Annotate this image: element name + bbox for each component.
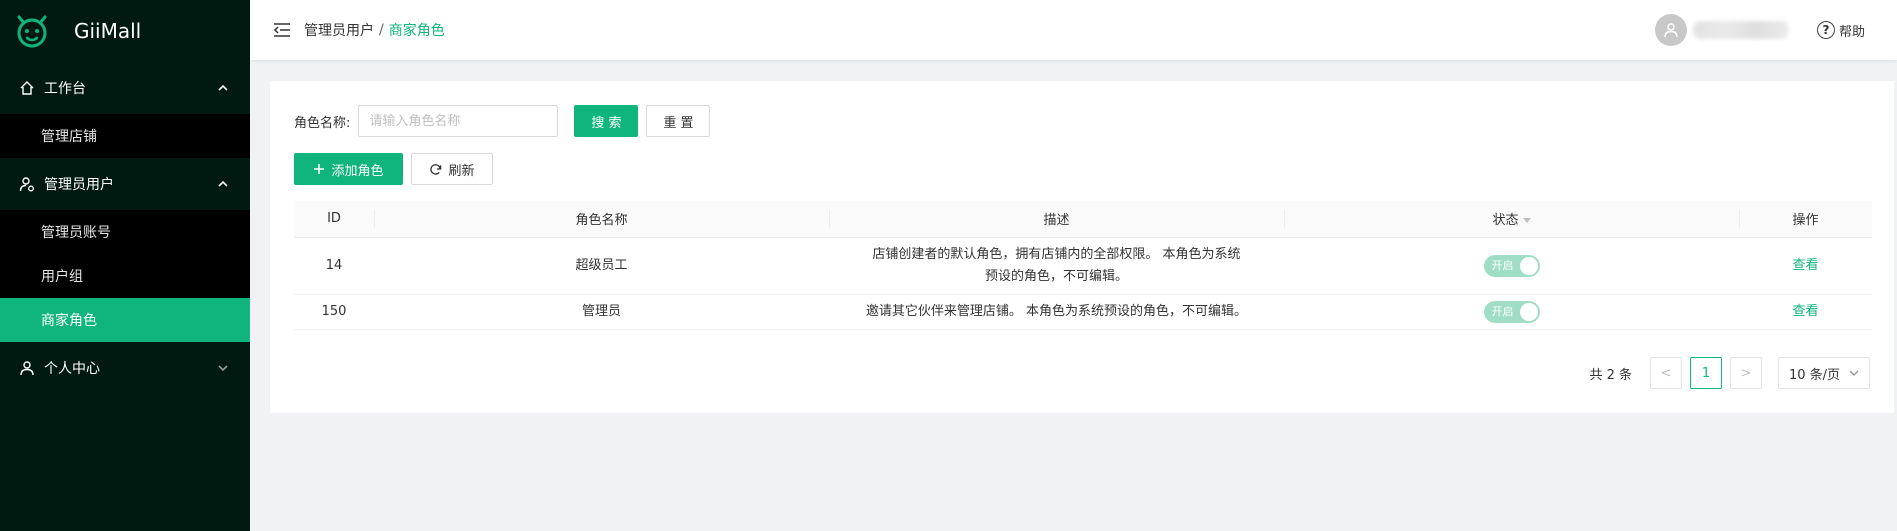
avatar[interactable] (1654, 14, 1687, 46)
add-role-button[interactable]: 添加角色 (294, 153, 403, 185)
column-header-description: 描述 (829, 201, 1284, 238)
chevron-down-icon (216, 361, 230, 375)
cell-id: 150 (294, 294, 374, 330)
table-header-row: ID 角色名称 描述 状态 操作 (294, 201, 1872, 238)
refresh-label: 刷新 (448, 163, 475, 179)
cell-description: 店铺创建者的默认角色，拥有店铺内的全部权限。 本角色为系统预设的角色，不可编辑。 (829, 237, 1284, 295)
status-toggle-label: 开启 (1491, 258, 1514, 272)
cell-actions: 查看 (1739, 237, 1872, 295)
app-title: GiiMall (74, 19, 142, 43)
chevron-up-icon (216, 81, 230, 95)
sidebar-group-admin-users[interactable]: 管理员用户 (0, 158, 250, 210)
column-header-role-name: 角色名称 (374, 201, 829, 238)
chevron-up-icon (216, 177, 230, 191)
role-name-label: 角色名称: (294, 115, 351, 131)
toggle-knob (1519, 256, 1538, 275)
breadcrumb-item-admin-users[interactable]: 管理员用户 (304, 20, 374, 40)
view-link[interactable]: 查看 (1792, 258, 1818, 273)
status-toggle[interactable]: 开启 (1483, 254, 1540, 277)
status-toggle[interactable]: 开启 (1483, 300, 1540, 323)
pagination-total: 共 2 条 (1589, 367, 1632, 383)
cell-actions: 查看 (1739, 294, 1872, 330)
sidebar-item-label: 管理店铺 (41, 129, 97, 145)
page-size-value: 10 条/页 (1789, 367, 1841, 383)
sidebar: GiiMall 工作台 管理店铺 管理员用户 管理员账号 用户组 商家角色 个人… (0, 0, 250, 531)
sidebar-item-manage-shop[interactable]: 管理店铺 (0, 114, 250, 158)
refresh-icon (429, 163, 442, 176)
next-page-button[interactable]: > (1730, 357, 1762, 389)
cell-role-name: 管理员 (374, 294, 829, 330)
prev-page-button[interactable]: < (1650, 357, 1682, 389)
cell-status: 开启 (1284, 294, 1739, 330)
cell-description-text: 店铺创建者的默认角色，拥有店铺内的全部权限。 本角色为系统预设的角色，不可编辑。 (872, 246, 1241, 284)
pagination: 共 2 条 < 1 > 10 条/页 (1589, 357, 1870, 389)
breadcrumb: 管理员用户 / 商家角色 (304, 20, 445, 40)
search-button[interactable]: 搜 索 (574, 105, 639, 137)
sidebar-item-admin-account[interactable]: 管理员账号 (0, 210, 250, 254)
sidebar-item-label: 管理员账号 (41, 225, 111, 241)
sidebar-group-label: 管理员用户 (44, 177, 114, 193)
chevron-down-icon (1849, 370, 1859, 376)
column-header-status[interactable]: 状态 (1284, 201, 1739, 238)
help-button[interactable]: ? 帮助 (1816, 21, 1865, 40)
table-row: 150 管理员 邀请其它伙伴来管理店铺。 本角色为系统预设的角色，不可编辑。 开… (294, 294, 1872, 330)
role-name-input[interactable] (358, 105, 559, 137)
sidebar-item-merchant-role[interactable]: 商家角色 (0, 298, 250, 342)
sidebar-item-user-group[interactable]: 用户组 (0, 254, 250, 298)
status-toggle-label: 开启 (1491, 304, 1514, 318)
logo[interactable]: GiiMall (0, 0, 250, 62)
top-header: 管理员用户 / 商家角色 ? 帮助 (250, 0, 1897, 60)
sidebar-group-workbench[interactable]: 工作台 (0, 62, 250, 114)
column-header-status-label: 状态 (1492, 213, 1519, 229)
sidebar-group-label: 工作台 (44, 81, 86, 97)
add-role-label: 添加角色 (331, 163, 384, 179)
home-icon (18, 79, 36, 97)
page-button-current[interactable]: 1 (1690, 357, 1722, 389)
user-gear-icon (18, 175, 36, 193)
toggle-knob (1519, 302, 1538, 321)
sidebar-item-label: 用户组 (41, 269, 83, 285)
help-label: 帮助 (1838, 24, 1865, 40)
sidebar-item-label: 商家角色 (41, 313, 97, 329)
cell-id: 14 (294, 237, 374, 295)
column-header-actions: 操作 (1739, 201, 1872, 238)
action-toolbar: 添加角色 刷新 (294, 153, 493, 185)
user-icon (18, 359, 36, 377)
page-size-select[interactable]: 10 条/页 (1778, 357, 1870, 389)
question-icon: ? (1816, 21, 1835, 39)
sidebar-group-label: 个人中心 (44, 361, 100, 377)
reset-button[interactable]: 重 置 (646, 105, 711, 137)
cell-role-name: 超级员工 (374, 237, 829, 295)
cell-description: 邀请其它伙伴来管理店铺。 本角色为系统预设的角色，不可编辑。 (829, 294, 1284, 330)
username-blurred[interactable] (1692, 21, 1789, 39)
roles-table: ID 角色名称 描述 状态 操作 14 超级员工 店铺创建者的默认角色，拥有店铺… (294, 201, 1872, 330)
filter-caret-icon[interactable] (1522, 218, 1531, 224)
breadcrumb-item-current: 商家角色 (388, 23, 445, 39)
submenu-workbench: 管理店铺 (0, 114, 250, 158)
plus-icon (313, 163, 325, 175)
table-row: 14 超级员工 店铺创建者的默认角色，拥有店铺内的全部权限。 本角色为系统预设的… (294, 237, 1872, 295)
refresh-button[interactable]: 刷新 (411, 153, 493, 185)
menu-fold-icon[interactable] (272, 20, 292, 40)
column-header-id: ID (294, 201, 374, 238)
cat-logo-icon (17, 15, 47, 48)
cell-status: 开启 (1284, 237, 1739, 295)
view-link[interactable]: 查看 (1792, 304, 1818, 319)
submenu-admin-users: 管理员账号 用户组 商家角色 (0, 210, 250, 342)
search-form: 角色名称: 搜 索 重 置 (294, 105, 711, 137)
content-card: 角色名称: 搜 索 重 置 添加角色 刷新 ID 角色名称 描述 状态 操作 (270, 81, 1894, 413)
sidebar-group-personal-center[interactable]: 个人中心 (0, 342, 250, 394)
breadcrumb-separator: / (379, 22, 384, 38)
